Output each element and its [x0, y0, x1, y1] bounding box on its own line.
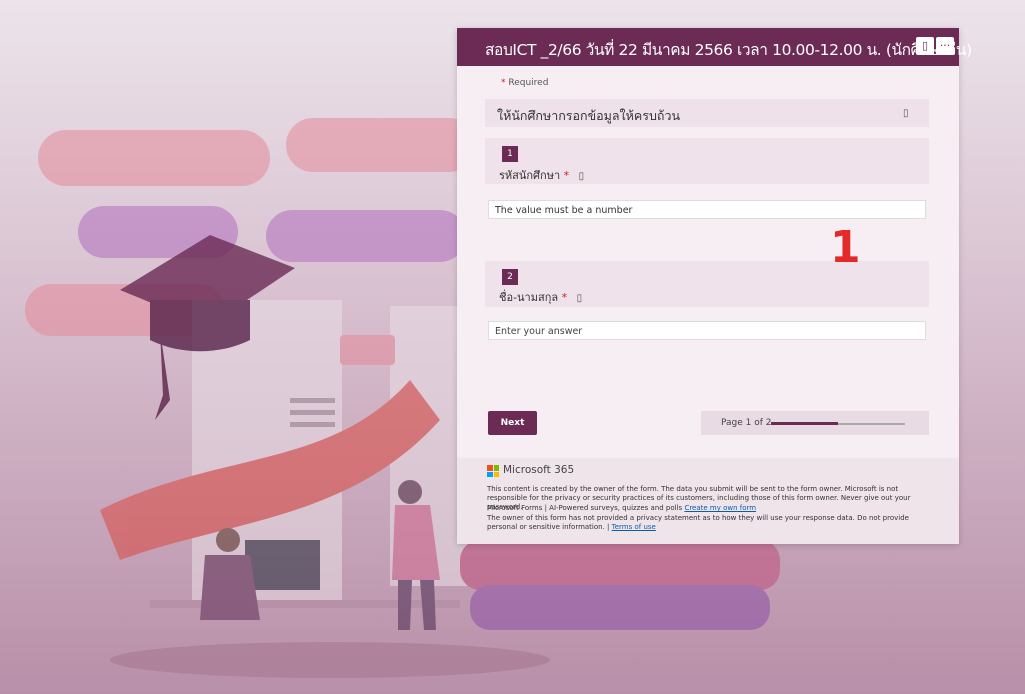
- footer-privacy-line: The owner of this form has not provided …: [487, 514, 932, 532]
- page-text: Page 1 of 2: [721, 418, 772, 428]
- required-asterisk: *: [563, 169, 570, 182]
- footer-forms-line: Microsoft Forms | AI-Powered surveys, qu…: [487, 504, 932, 513]
- book-icon: ▯: [921, 39, 929, 52]
- immersive-reader-button[interactable]: ▯: [916, 37, 934, 55]
- question-label: รหัสนักศึกษา * ▯: [499, 166, 584, 184]
- form-footer: Microsoft 365 This content is created by…: [457, 458, 959, 544]
- question-label: ชื่อ-นามสกุล * ▯: [499, 288, 582, 306]
- more-icon: ···: [939, 39, 951, 52]
- create-form-link[interactable]: Create my own form: [684, 504, 756, 512]
- question-text: ชื่อ-นามสกุล: [499, 291, 559, 304]
- question-number: 1: [502, 146, 518, 162]
- required-asterisk: *: [501, 78, 506, 88]
- full-name-input[interactable]: Enter your answer: [488, 321, 926, 340]
- question-number: 2: [502, 269, 518, 285]
- microsoft-logo-icon: [487, 465, 499, 477]
- footer-forms-text: Microsoft Forms | AI-Powered surveys, qu…: [487, 504, 683, 512]
- next-button[interactable]: Next: [488, 411, 537, 435]
- progress-fill: [771, 422, 838, 425]
- immersive-reader-icon[interactable]: ▯: [903, 108, 909, 119]
- section-text: ให้นักศึกษากรอกข้อมูลให้ครบถ้วน: [497, 108, 681, 123]
- required-asterisk: *: [561, 291, 568, 304]
- question-text: รหัสนักศึกษา: [499, 169, 561, 182]
- student-id-input[interactable]: The value must be a number: [488, 200, 926, 219]
- required-note: * Required: [501, 78, 548, 88]
- immersive-reader-icon[interactable]: ▯: [577, 293, 583, 304]
- question-1: 1 รหัสนักศึกษา * ▯: [485, 138, 929, 184]
- microsoft-365-brand: Microsoft 365: [503, 464, 575, 476]
- required-label: Required: [508, 78, 549, 88]
- page-indicator: Page 1 of 2: [701, 411, 929, 435]
- footer-privacy-text: The owner of this form has not provided …: [487, 514, 909, 531]
- immersive-reader-icon[interactable]: ▯: [579, 171, 585, 182]
- annotation-number: 1: [830, 222, 861, 273]
- question-2: 2 ชื่อ-นามสกุล * ▯: [485, 261, 929, 307]
- form-card: สอบICT _2/66 วันที่ 22 มีนาคม 2566 เวลา …: [457, 28, 972, 544]
- progress-track: [771, 422, 905, 425]
- more-options-button[interactable]: ···: [936, 37, 954, 55]
- section-description: ให้นักศึกษากรอกข้อมูลให้ครบถ้วน ▯: [485, 99, 929, 127]
- form-header: สอบICT _2/66 วันที่ 22 มีนาคม 2566 เวลา …: [457, 28, 972, 66]
- terms-of-use-link[interactable]: Terms of use: [612, 523, 656, 531]
- form-title: สอบICT _2/66 วันที่ 22 มีนาคม 2566 เวลา …: [485, 41, 972, 59]
